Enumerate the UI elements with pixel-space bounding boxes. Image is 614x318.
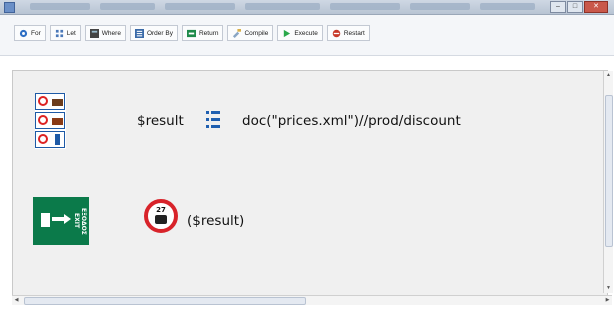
- return-icon: [186, 29, 196, 37]
- execute-button[interactable]: Execute: [277, 25, 323, 41]
- maximize-button[interactable]: □: [567, 1, 583, 13]
- taskbar-tab[interactable]: [100, 3, 155, 10]
- scroll-left-arrow[interactable]: ◀: [12, 296, 21, 305]
- let-button[interactable]: Let: [49, 25, 81, 41]
- where-icon: [89, 28, 99, 38]
- horizontal-scrollbar[interactable]: ◀ ▶: [12, 295, 612, 305]
- execute-icon: [284, 29, 291, 37]
- exit-sign-label: ΕΞΟΔΟΣ EXIT: [73, 207, 87, 235]
- minimize-button[interactable]: –: [550, 1, 566, 13]
- for-icon: [19, 29, 28, 37]
- vertical-scroll-thumb[interactable]: [605, 95, 613, 247]
- restart-button[interactable]: Restart: [326, 25, 370, 41]
- vertical-scrollbar[interactable]: ▲ ▼: [603, 71, 613, 293]
- taskbar-tab[interactable]: [410, 3, 470, 10]
- where-button[interactable]: Where: [84, 25, 126, 41]
- return-expression[interactable]: ($result): [187, 213, 244, 229]
- result-variable[interactable]: $result: [137, 113, 184, 129]
- restart-button-label: Restart: [343, 29, 365, 37]
- order-by-icon: [134, 28, 144, 38]
- taskbar-tab[interactable]: [330, 3, 400, 10]
- taskbar-tab[interactable]: [165, 3, 235, 10]
- taskbar-tab[interactable]: [480, 3, 535, 10]
- no-parking-tower-sign-icon: [35, 131, 65, 148]
- horizontal-scroll-thumb[interactable]: [24, 297, 306, 305]
- taskbar-tab[interactable]: [30, 3, 90, 10]
- for-button[interactable]: For: [14, 25, 46, 41]
- sign-number: 27: [156, 206, 166, 214]
- compile-button[interactable]: Compile: [227, 25, 274, 41]
- let-icon: [55, 29, 63, 37]
- return-button-label: Return: [198, 29, 219, 37]
- restart-icon: [332, 29, 341, 37]
- toolbar-buttons: For Let Where Order By Return Compile Ex…: [14, 25, 370, 41]
- order-by-button[interactable]: Order By: [129, 25, 178, 41]
- compile-icon: [233, 28, 242, 38]
- no-factory-sign-icon: [35, 93, 65, 110]
- for-clause-signs-icon[interactable]: [35, 93, 66, 149]
- taskbar-tab[interactable]: [245, 3, 320, 10]
- no-truck-sign-icon[interactable]: 27: [144, 199, 178, 233]
- title-bar: – □ ✕: [0, 0, 614, 15]
- scroll-down-arrow[interactable]: ▼: [604, 284, 613, 293]
- let-assign-icon[interactable]: [206, 108, 220, 130]
- let-button-label: Let: [66, 29, 76, 37]
- window-controls: – □ ✕: [550, 1, 608, 13]
- exit-sign-icon[interactable]: ΕΞΟΔΟΣ EXIT: [33, 197, 89, 245]
- no-factory-sign-icon: [35, 112, 65, 129]
- toolbar: For Let Where Order By Return Compile Ex…: [0, 15, 614, 56]
- scroll-up-arrow[interactable]: ▲: [604, 71, 613, 80]
- for-button-label: For: [31, 29, 41, 37]
- app-icon: [4, 2, 15, 13]
- scroll-right-arrow[interactable]: ▶: [603, 296, 612, 305]
- execute-button-label: Execute: [294, 29, 318, 37]
- return-button[interactable]: Return: [181, 25, 224, 41]
- doc-path-expression[interactable]: doc("prices.xml")//prod/discount: [242, 113, 461, 129]
- close-button[interactable]: ✕: [584, 1, 608, 13]
- order-by-button-label: Order By: [146, 29, 173, 37]
- compile-button-label: Compile: [244, 29, 269, 37]
- query-editor-panel[interactable]: [12, 70, 608, 296]
- where-button-label: Where: [101, 29, 121, 37]
